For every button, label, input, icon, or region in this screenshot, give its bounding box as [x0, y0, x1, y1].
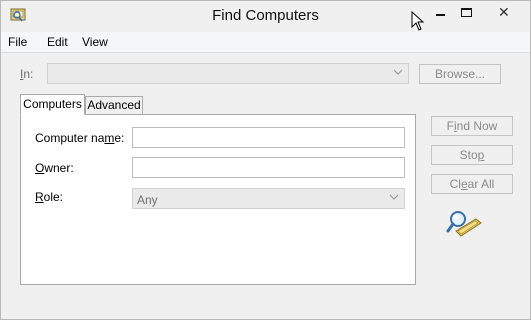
menu-view[interactable]: View: [82, 35, 108, 49]
owner-field[interactable]: [132, 157, 405, 178]
maximize-button[interactable]: [453, 1, 480, 25]
chevron-down-icon: [394, 69, 402, 75]
clear-all-button[interactable]: Clear All: [431, 174, 513, 194]
stop-button[interactable]: Stop: [431, 145, 513, 165]
minimize-icon: [436, 14, 445, 16]
chevron-down-icon: [390, 194, 398, 200]
menu-file[interactable]: File: [8, 35, 27, 49]
magnifier-over-computer-icon: [446, 211, 482, 237]
menu-edit[interactable]: Edit: [47, 35, 68, 49]
minimize-button[interactable]: [425, 1, 453, 25]
tab-advanced[interactable]: Advanced: [85, 96, 143, 115]
role-value: Any: [137, 193, 158, 207]
computers-tab-panel: Computer name: Owner: Role: Any: [20, 114, 416, 285]
browse-button[interactable]: Browse...: [419, 64, 501, 84]
find-computers-window: Find Computers ✕ File Edit View In: Brow…: [0, 0, 531, 320]
menu-bar: File Edit View: [1, 32, 530, 53]
maximize-icon: [461, 8, 472, 17]
role-label: Role:: [35, 190, 64, 204]
computer-name-field[interactable]: [132, 127, 405, 148]
tab-computers[interactable]: Computers: [20, 94, 85, 115]
in-label: In:: [20, 67, 34, 81]
mouse-cursor-icon: [411, 11, 425, 31]
role-dropdown[interactable]: Any: [132, 188, 405, 209]
in-location-dropdown[interactable]: [47, 63, 409, 84]
owner-label: Owner:: [35, 161, 74, 175]
title-bar: Find Computers ✕: [1, 1, 530, 32]
find-now-button[interactable]: Find Now: [431, 116, 513, 136]
close-icon: ✕: [498, 4, 510, 20]
close-button[interactable]: ✕: [482, 1, 528, 25]
computer-name-label: Computer name:: [35, 131, 125, 145]
